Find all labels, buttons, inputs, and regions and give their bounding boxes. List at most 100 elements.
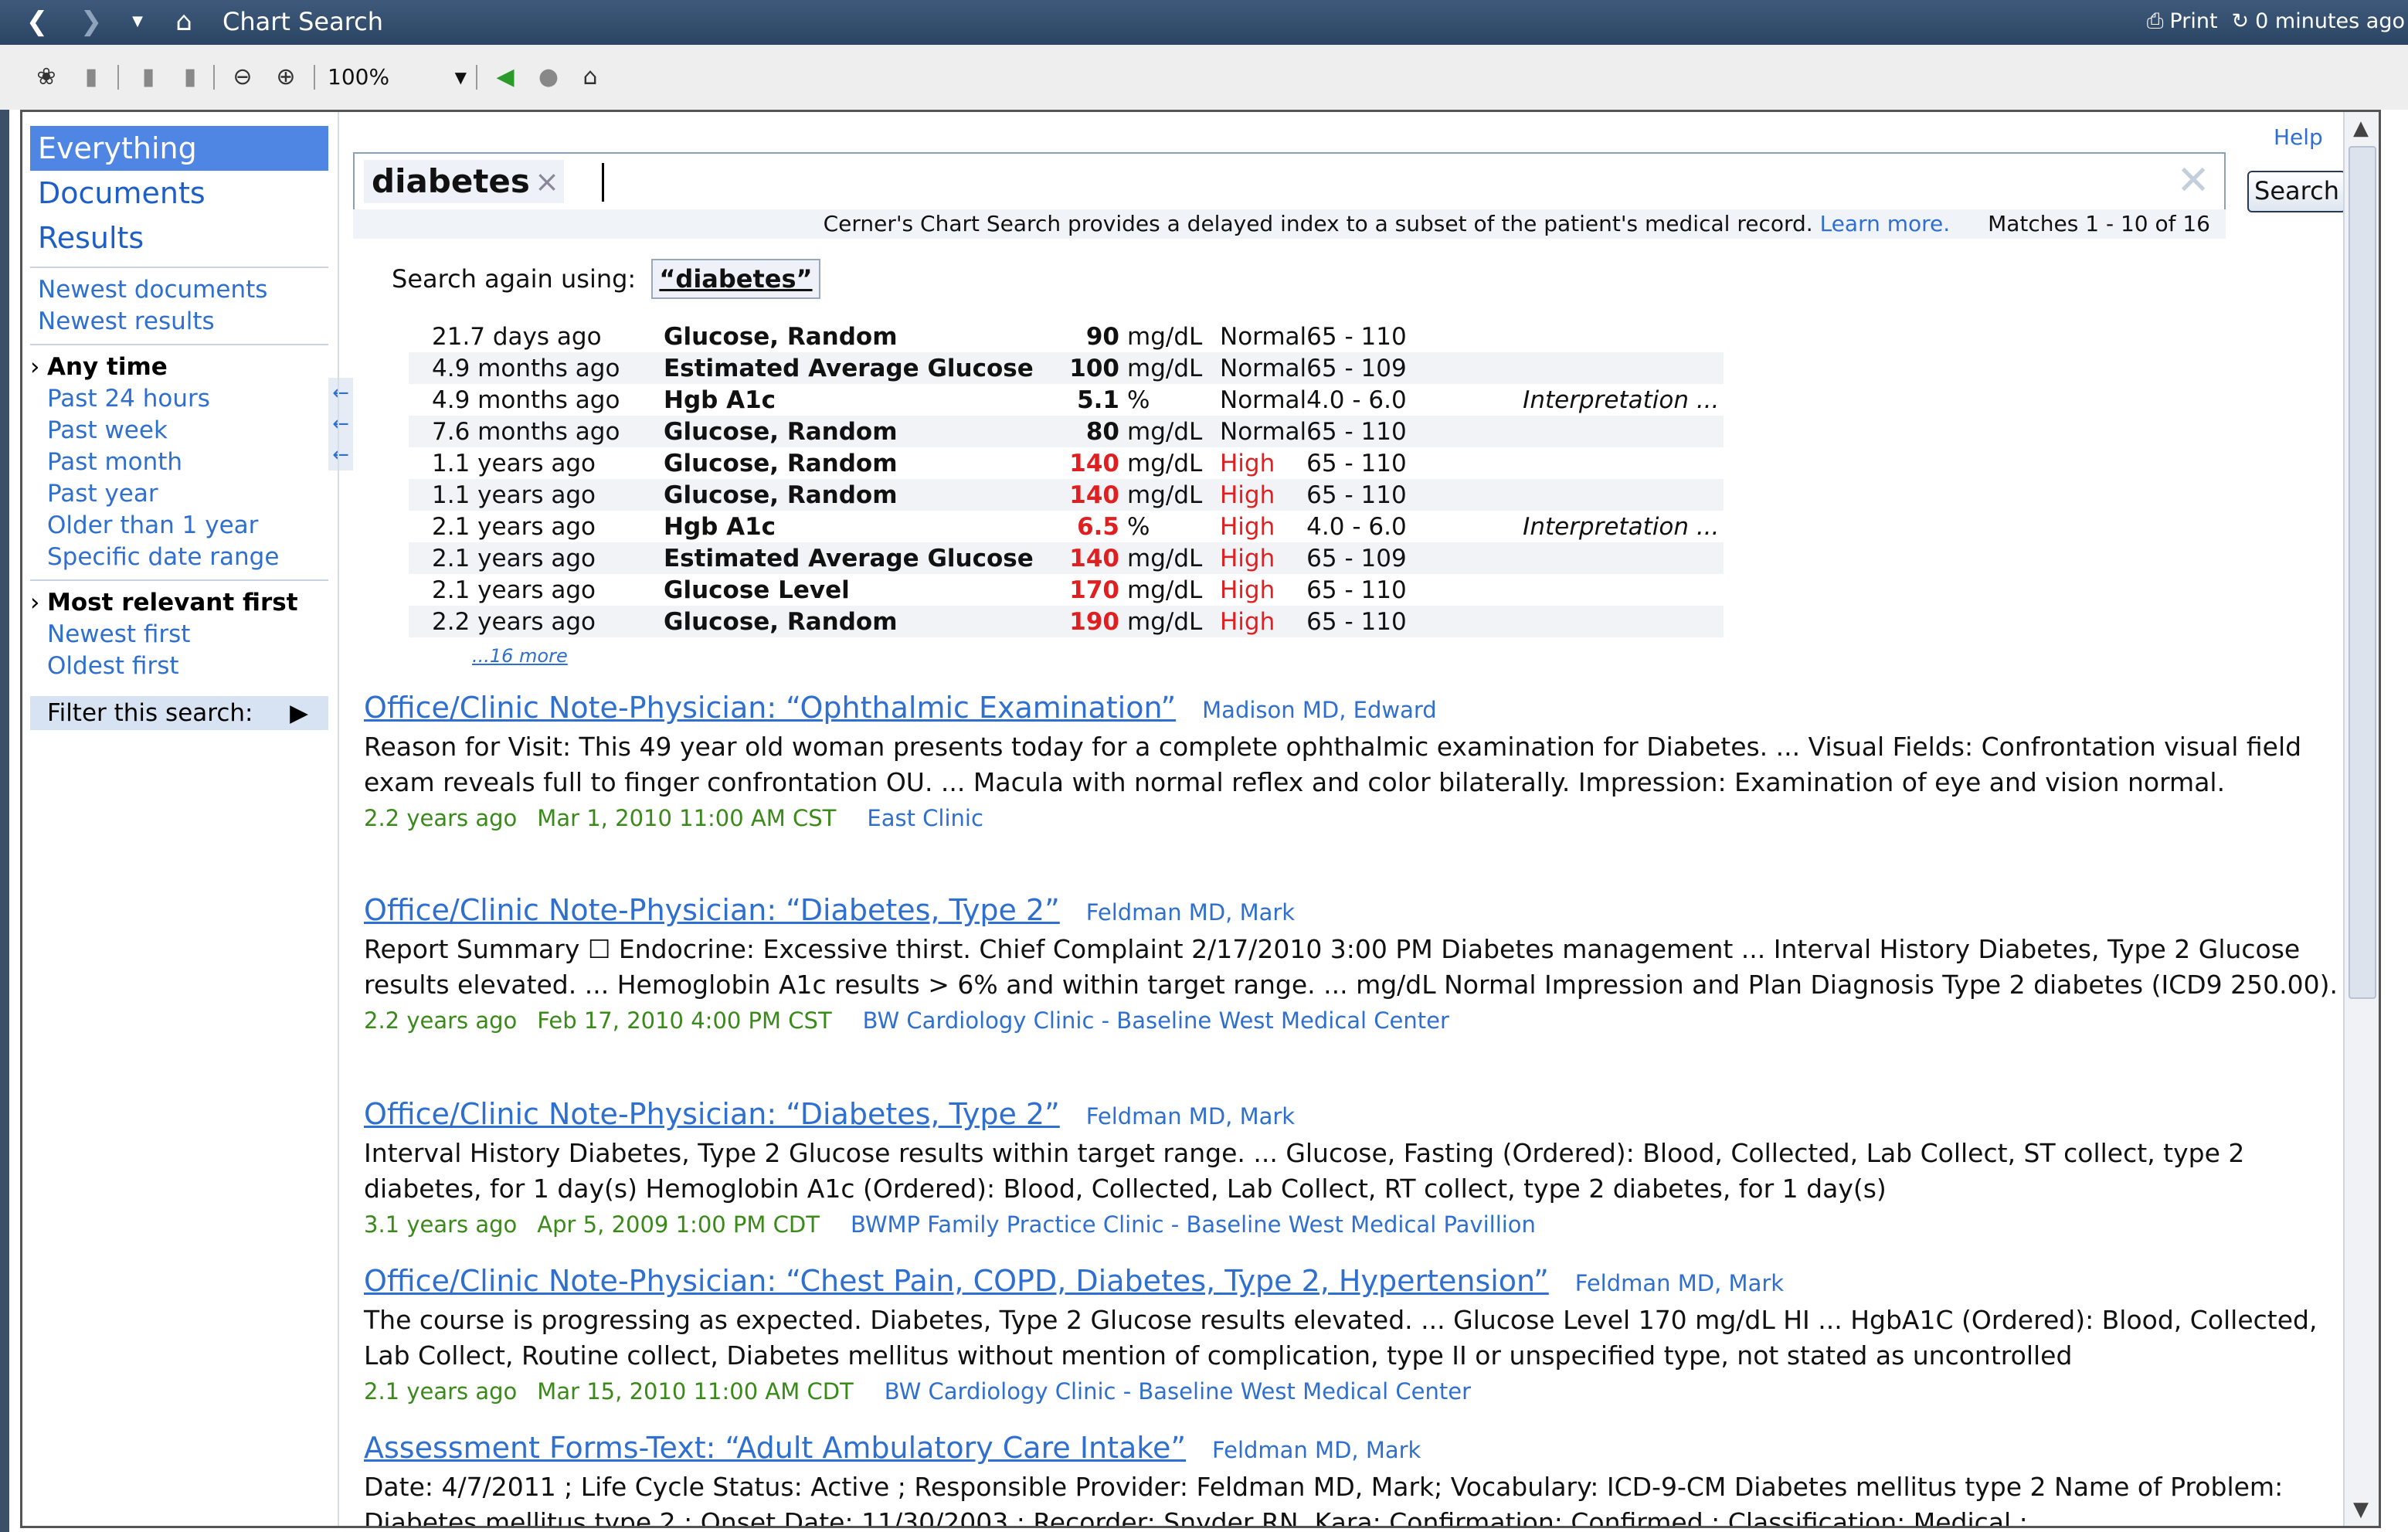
help-link[interactable]: Help [2274, 124, 2323, 150]
home-icon[interactable]: ⌂ [168, 5, 199, 39]
lab-row[interactable]: 4.9 months ago Estimated Average Glucose 1… [409, 352, 1724, 384]
toolbar-separator [314, 65, 315, 90]
lab-row[interactable]: 7.6 months ago Glucose, Random 80 mg/dL Norm… [409, 416, 1724, 447]
result-author[interactable]: Feldman MD, Mark [1575, 1270, 1784, 1296]
window-title: Chart Search [222, 7, 384, 36]
sort-option[interactable]: Oldest first [30, 651, 328, 682]
filter-search-button[interactable]: Filter this search: ▶ [30, 696, 328, 730]
sort-label: Most relevant first [47, 589, 298, 617]
document-icon[interactable]: ▮ [77, 63, 105, 91]
lab-note: Interpretation ... [1523, 512, 1720, 541]
time-option[interactable]: Past 24 hours [30, 383, 328, 415]
lab-status: High [1220, 449, 1275, 477]
result-title-link[interactable]: Office/Clinic Note-Physician: “Chest Pai… [364, 1264, 1549, 1298]
zoom-select[interactable]: 100% ▼ [328, 63, 467, 91]
arrow-left-icon[interactable]: ← [328, 378, 353, 409]
result-location[interactable]: BWMP Family Practice Clinic - Baseline W… [851, 1211, 1536, 1238]
lab-value: 100 [1042, 352, 1127, 384]
lab-range: 65 - 110 [1306, 449, 1407, 477]
lab-range: 4.0 - 6.0 [1306, 512, 1407, 541]
vertical-scrollbar[interactable]: ▲ ▼ [2343, 112, 2379, 1526]
lab-row[interactable]: 4.9 months ago Hgb A1c 5.1% Normal 4.0 - 6.0… [409, 384, 1724, 416]
result-location[interactable]: BW Cardiology Clinic - Baseline West Med… [885, 1378, 1471, 1405]
back-icon[interactable]: ❮ [22, 5, 53, 39]
lab-value: 140 [1042, 479, 1127, 511]
search-again-label: Search again using: [392, 264, 637, 294]
lab-row[interactable]: 1.1 years ago Glucose, Random 140 mg/dL High… [409, 479, 1724, 511]
result-author[interactable]: Feldman MD, Mark [1086, 899, 1295, 926]
toolbar-separator [476, 65, 477, 90]
arrow-left-icon[interactable]: ← [328, 440, 353, 470]
lab-row[interactable]: 21.7 days ago Glucose, Random 90 mg/dL Norma… [409, 321, 1724, 352]
result-title-link[interactable]: Assessment Forms-Text: “Adult Ambulatory… [364, 1431, 1186, 1465]
zoom-in-icon[interactable]: ⊕ [272, 63, 300, 91]
remove-term-icon[interactable]: × [535, 160, 559, 203]
lab-row[interactable]: 1.1 years ago Glucose, Random 140 mg/dL High… [409, 447, 1724, 479]
scroll-thumb[interactable] [2349, 146, 2376, 999]
time-option[interactable]: Past year [30, 478, 328, 510]
forward-icon[interactable]: ❯ [76, 5, 107, 39]
search-term-chip[interactable]: diabetes × [364, 160, 564, 203]
stop-icon[interactable]: ● [535, 63, 562, 91]
lab-range: 65 - 110 [1306, 322, 1407, 351]
lab-status: Normal [1220, 352, 1307, 384]
more-results-link[interactable]: ...16 more [472, 645, 568, 667]
time-option[interactable]: Past week [30, 415, 328, 447]
search-again-term[interactable]: “diabetes” [651, 259, 820, 299]
result-header: Office/Clinic Note-Physician: “Diabetes,… [364, 891, 2357, 932]
search-input[interactable]: diabetes × ✕ [353, 152, 2226, 212]
refresh-button[interactable]: ↻ 0 minutes ago [2232, 6, 2405, 37]
binoculars-icon[interactable]: ❀ [32, 63, 60, 91]
nav-documents[interactable]: Documents [30, 171, 328, 216]
time-option[interactable]: Past month [30, 447, 328, 478]
newest-results-link[interactable]: Newest results [30, 306, 328, 338]
result-author[interactable]: Feldman MD, Mark [1086, 1103, 1295, 1129]
sidebar: Everything Documents Results Newest docu… [30, 126, 353, 730]
sort-option[interactable]: Newest first [30, 619, 328, 651]
result-author[interactable]: Feldman MD, Mark [1212, 1437, 1421, 1463]
next-page-icon[interactable]: ▮ [176, 63, 204, 91]
scroll-up-icon[interactable]: ▲ [2348, 115, 2374, 141]
lab-row[interactable]: 2.1 years ago Glucose Level 170 mg/dL High 65… [409, 574, 1724, 606]
search-button[interactable]: Search [2247, 171, 2346, 212]
zoom-out-icon[interactable]: ⊖ [229, 63, 256, 91]
lab-row[interactable]: 2.1 years ago Hgb A1c 6.5% High 4.0 - 6.0 Int… [409, 511, 1724, 542]
go-back-icon[interactable]: ◀ [491, 63, 519, 91]
result-age: 2.2 years ago [364, 805, 518, 831]
result-meta: 2.2 years ago Mar 1, 2010 11:00 AM CST Eas… [364, 800, 2357, 836]
result-title-link[interactable]: Office/Clinic Note-Physician: “Diabetes,… [364, 893, 1060, 927]
result-snippet: Report Summary ☐ Endocrine: Excessive th… [364, 934, 2338, 1000]
result-location[interactable]: BW Cardiology Clinic - Baseline West Med… [863, 1007, 1449, 1034]
toolbar-separator [213, 65, 215, 90]
time-filter-current[interactable]: › Any time [30, 352, 328, 383]
result-item: Office/Clinic Note-Physician: “Chest Pai… [364, 1262, 2357, 1409]
arrow-left-icon[interactable]: ← [328, 409, 353, 440]
lab-value: 140 [1069, 449, 1119, 477]
nav-results[interactable]: Results [30, 216, 328, 260]
lab-note [1523, 606, 1724, 637]
lab-value: 140 [1042, 542, 1127, 574]
lab-age: 4.9 months ago [409, 352, 664, 384]
lab-row[interactable]: 2.1 years ago Estimated Average Glucose 14… [409, 542, 1724, 574]
sort-current[interactable]: › Most relevant first [30, 587, 328, 619]
result-age: 2.2 years ago [364, 1007, 518, 1034]
learn-more-link[interactable]: Learn more. [1820, 211, 1951, 236]
print-button[interactable]: ⎙ Print [2147, 6, 2218, 37]
previous-page-icon[interactable]: ▮ [134, 63, 162, 91]
newest-documents-link[interactable]: Newest documents [30, 274, 328, 306]
result-title-link[interactable]: Office/Clinic Note-Physician: “Ophthalmi… [364, 691, 1176, 725]
scroll-down-icon[interactable]: ▼ [2348, 1496, 2374, 1523]
clear-search-icon[interactable]: ✕ [2176, 158, 2210, 203]
history-dropdown-icon[interactable]: ▼ [122, 5, 153, 39]
result-title-link[interactable]: Office/Clinic Note-Physician: “Diabetes,… [364, 1097, 1060, 1131]
time-option[interactable]: Specific date range [30, 542, 328, 573]
result-item: Assessment Forms-Text: “Adult Ambulatory… [364, 1428, 2357, 1526]
time-option[interactable]: Older than 1 year [30, 510, 328, 542]
result-location[interactable]: East Clinic [867, 805, 983, 831]
home-icon[interactable]: ⌂ [576, 63, 604, 91]
result-author[interactable]: Madison MD, Edward [1202, 697, 1437, 723]
nav-everything[interactable]: Everything [30, 126, 328, 171]
lab-row[interactable]: 2.2 years ago Glucose, Random 190 mg/dL High… [409, 606, 1724, 637]
lab-value: 170 [1069, 576, 1119, 604]
result-date: Feb 17, 2010 4:00 PM CST [537, 1007, 832, 1034]
